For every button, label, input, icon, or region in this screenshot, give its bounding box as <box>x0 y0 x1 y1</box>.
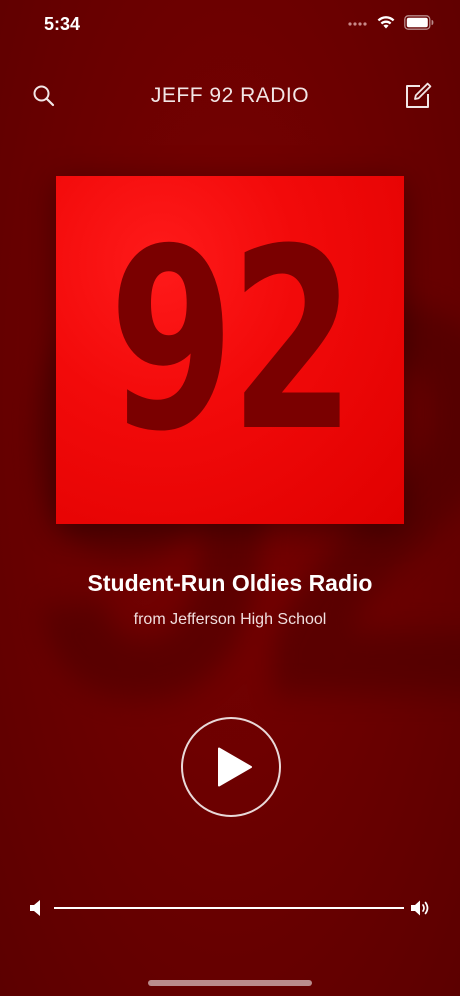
wifi-icon <box>376 14 396 35</box>
compose-button[interactable] <box>402 80 434 112</box>
volume-high-icon <box>410 897 432 924</box>
station-title: Student-Run Oldies Radio <box>87 570 373 596</box>
status-bar: 5:34 <box>0 0 460 50</box>
page-title: JEFF 92 RADIO <box>150 84 310 107</box>
nav-bar: JEFF 92 RADIO <box>0 76 460 116</box>
battery-icon <box>404 14 434 35</box>
volume-low-icon <box>28 898 44 923</box>
station-artwork: 92 <box>56 176 404 524</box>
status-icons <box>348 14 434 35</box>
compose-icon <box>406 82 432 108</box>
play-button[interactable] <box>181 717 281 817</box>
station-subtitle: from Jefferson High School <box>133 611 327 628</box>
play-icon <box>218 747 252 787</box>
signal-dots-icon <box>348 16 368 34</box>
artwork-logo-numeral: 92 <box>109 195 355 486</box>
home-indicator[interactable] <box>148 980 312 986</box>
volume-control <box>0 892 460 924</box>
status-time: 5:34 <box>44 14 81 34</box>
volume-slider-fill <box>54 907 404 909</box>
player-screen: 92 5:34 <box>0 0 460 996</box>
volume-slider[interactable] <box>54 907 404 909</box>
